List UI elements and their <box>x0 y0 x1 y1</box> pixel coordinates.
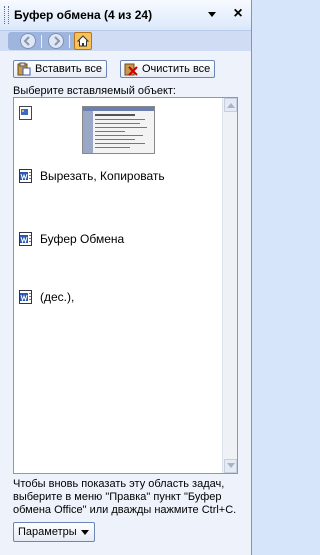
scroll-up-button[interactable] <box>224 98 237 112</box>
options-label: Параметры <box>18 526 77 538</box>
back-icon <box>23 36 30 46</box>
scroll-down-button[interactable] <box>224 459 237 473</box>
clear-all-label: Очистить все <box>142 63 211 75</box>
clipboard-image-thumbnail <box>82 106 155 154</box>
close-button[interactable]: × <box>231 5 245 23</box>
footer-hint: Чтобы вновь показать эту область задач, … <box>13 478 237 516</box>
clear-all-icon <box>124 62 138 76</box>
task-pane-header: Буфер обмена (4 из 24) × <box>0 0 251 31</box>
paste-all-button[interactable]: Вставить все <box>13 60 107 78</box>
home-button[interactable] <box>74 32 92 50</box>
paste-all-label: Вставить все <box>35 63 103 75</box>
chevron-up-icon <box>227 103 235 108</box>
chevron-down-icon <box>227 463 235 468</box>
clipboard-items-list[interactable]: Вырезать, Копировать Буфер Обмена (дес.)… <box>13 97 238 474</box>
clipboard-item[interactable]: (дес.), <box>14 289 222 309</box>
paste-all-icon <box>17 62 31 76</box>
chevron-down-icon[interactable] <box>206 8 218 20</box>
task-pane-nav <box>0 31 251 51</box>
word-document-icon <box>19 232 32 246</box>
clipboard-item[interactable]: Буфер Обмена <box>14 231 222 251</box>
nav-separator <box>69 35 70 48</box>
clipboard-item-label: Буфер Обмена <box>40 232 125 246</box>
clipboard-item-image[interactable] <box>14 104 222 164</box>
clipboard-task-pane: Буфер обмена (4 из 24) × Вставить все Оч… <box>0 0 252 555</box>
word-document-icon <box>19 290 32 304</box>
nav-separator <box>41 35 42 48</box>
forward-icon <box>54 36 61 46</box>
select-item-prompt: Выберите вставляемый объект: <box>13 85 176 97</box>
home-icon <box>76 35 90 47</box>
clear-all-button[interactable]: Очистить все <box>120 60 215 78</box>
nav-button-group <box>8 32 92 50</box>
list-scrollbar[interactable] <box>222 98 237 473</box>
chevron-down-icon <box>81 530 89 535</box>
options-button[interactable]: Параметры <box>13 522 95 542</box>
back-button[interactable] <box>20 33 36 49</box>
forward-button[interactable] <box>48 33 64 49</box>
word-document-icon <box>19 169 32 183</box>
image-document-icon <box>19 106 32 120</box>
clipboard-item[interactable]: Вырезать, Копировать <box>14 168 222 188</box>
drag-grip[interactable] <box>4 6 9 24</box>
task-pane-title: Буфер обмена (4 из 24) <box>14 8 153 22</box>
clipboard-item-label: (дес.), <box>40 290 75 304</box>
clipboard-item-label: Вырезать, Копировать <box>40 169 165 183</box>
